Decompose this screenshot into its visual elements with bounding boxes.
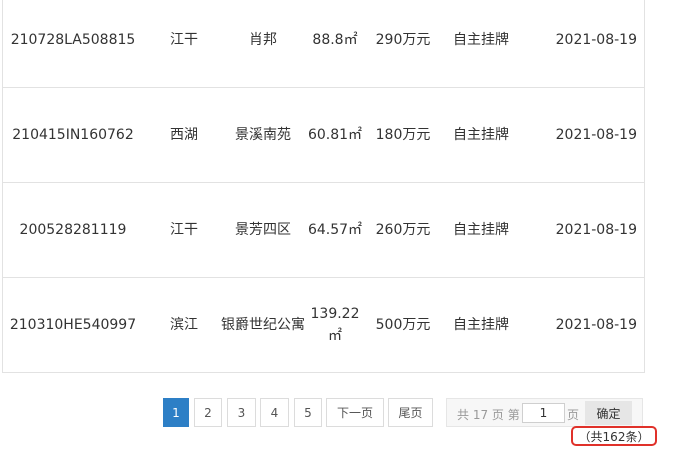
total-pages-label: 共 17 页 第 (457, 408, 520, 422)
page-suffix-label: 页 (567, 408, 580, 422)
listing-price: 500万元 (375, 317, 431, 333)
table-row[interactable]: 210310HE540997 滨江 银爵世纪公寓 139.22㎡ 500万元 自… (3, 278, 644, 373)
total-count: （共162条） (571, 426, 657, 446)
listing-date: 2021-08-19 (555, 32, 637, 48)
listing-id: 210310HE540997 (9, 317, 137, 333)
listing-district: 西湖 (170, 127, 198, 143)
listing-id: 200528281119 (19, 222, 127, 238)
page-number-input[interactable] (522, 403, 565, 423)
table-row[interactable]: 210415IN160762 西湖 景溪南苑 60.81㎡ 180万元 自主挂牌… (3, 88, 644, 183)
listing-type: 自主挂牌 (453, 127, 509, 143)
listing-district: 滨江 (170, 317, 198, 333)
listing-price: 180万元 (375, 127, 431, 143)
listing-size: 88.8㎡ (312, 32, 358, 48)
page-button-3[interactable]: 3 (227, 398, 256, 427)
listing-price: 260万元 (375, 222, 431, 238)
listing-id: 210415IN160762 (12, 127, 134, 143)
page-button-2[interactable]: 2 (194, 398, 222, 427)
listing-date: 2021-08-19 (555, 222, 637, 238)
next-page-button[interactable]: 下一页 (326, 398, 384, 427)
listing-size: 60.81㎡ (307, 127, 363, 143)
page-button-1[interactable]: 1 (163, 398, 189, 427)
listing-community: 景溪南苑 (235, 127, 291, 143)
listing-size: 64.57㎡ (307, 222, 363, 238)
page-jump: 共 17 页 第 页 确定 (446, 398, 643, 427)
listing-community: 银爵世纪公寓 (221, 317, 305, 333)
listing-community: 景芳四区 (235, 222, 291, 238)
page-button-5[interactable]: 5 (294, 398, 322, 427)
listing-district: 江干 (170, 222, 198, 238)
listing-date: 2021-08-19 (555, 317, 637, 333)
listing-date: 2021-08-19 (555, 127, 637, 143)
last-page-button[interactable]: 尾页 (388, 398, 433, 427)
confirm-jump-button[interactable]: 确定 (585, 401, 632, 425)
listing-type: 自主挂牌 (453, 222, 509, 238)
listing-size: 139.22㎡ (310, 306, 360, 344)
table-row[interactable]: 200528281119 江干 景芳四区 64.57㎡ 260万元 自主挂牌 2… (3, 183, 644, 278)
listing-type: 自主挂牌 (453, 317, 509, 333)
listing-type: 自主挂牌 (453, 32, 509, 48)
listing-district: 江干 (170, 32, 198, 48)
page-button-4[interactable]: 4 (260, 398, 289, 427)
table-row[interactable]: 210728LA508815 江干 肖邦 88.8㎡ 290万元 自主挂牌 20… (3, 0, 644, 88)
listing-id: 210728LA508815 (10, 32, 136, 48)
listing-community: 肖邦 (249, 32, 277, 48)
listing-table: 210728LA508815 江干 肖邦 88.8㎡ 290万元 自主挂牌 20… (2, 0, 645, 373)
listing-price: 290万元 (375, 32, 431, 48)
